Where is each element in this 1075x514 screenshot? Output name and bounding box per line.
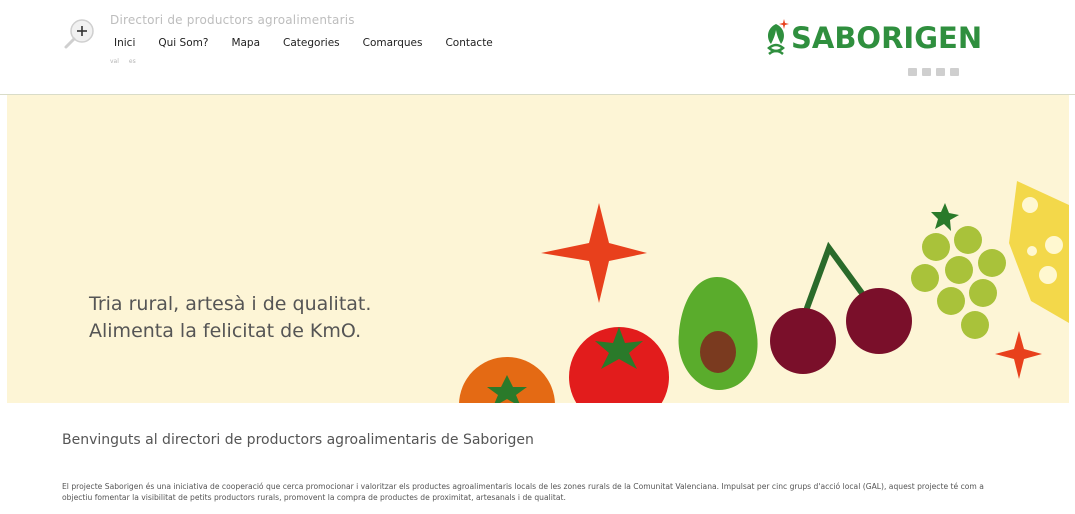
lang-val[interactable]: val (110, 58, 119, 65)
cherry-right (846, 288, 912, 354)
twitter-icon[interactable] (922, 68, 931, 76)
lang-es[interactable]: es (129, 58, 136, 65)
site-header: Directori de productors agroalimentaris … (0, 0, 1075, 95)
hero-illustration (459, 181, 1069, 403)
cherry-left (770, 308, 836, 374)
language-switcher: val es (110, 58, 136, 65)
nav-item-mapa[interactable]: Mapa (231, 37, 260, 49)
youtube-icon[interactable] (950, 68, 959, 76)
hero-tagline: Tria rural, artesà i de qualitat. Alimen… (89, 291, 371, 345)
hero-banner: Tria rural, artesà i de qualitat. Alimen… (7, 95, 1069, 403)
social-links (908, 68, 959, 76)
small-star-shape (995, 331, 1042, 379)
star-shape (541, 203, 647, 303)
logo-leaf-icon (767, 19, 789, 55)
instagram-icon[interactable] (936, 68, 945, 76)
grapes-bunch (911, 226, 1006, 339)
nav-item-comarques[interactable]: Comarques (363, 37, 423, 49)
hero-line-1: Tria rural, artesà i de qualitat. (89, 293, 372, 315)
intro-paragraph: El projecte Saborigen és una iniciativa … (62, 482, 984, 502)
facebook-icon[interactable] (908, 68, 917, 76)
logo-text: SABORIGEN (791, 21, 983, 55)
cheese-wedge (1009, 181, 1069, 323)
hero-line-2: Alimenta la felicitat de KmO. (89, 320, 362, 342)
nav-item-qui-som[interactable]: Qui Som? (158, 37, 208, 49)
welcome-heading: Benvinguts al directori de productors ag… (62, 432, 534, 448)
search-icon[interactable] (62, 16, 98, 52)
main-nav: Inici Qui Som? Mapa Categories Comarques… (114, 37, 516, 49)
brand-logo[interactable]: SABORIGEN (763, 13, 982, 63)
nav-item-contacte[interactable]: Contacte (445, 37, 492, 49)
site-title: Directori de productors agroalimentaris (110, 13, 355, 27)
nav-item-categories[interactable]: Categories (283, 37, 340, 49)
nav-item-inici[interactable]: Inici (114, 37, 135, 49)
